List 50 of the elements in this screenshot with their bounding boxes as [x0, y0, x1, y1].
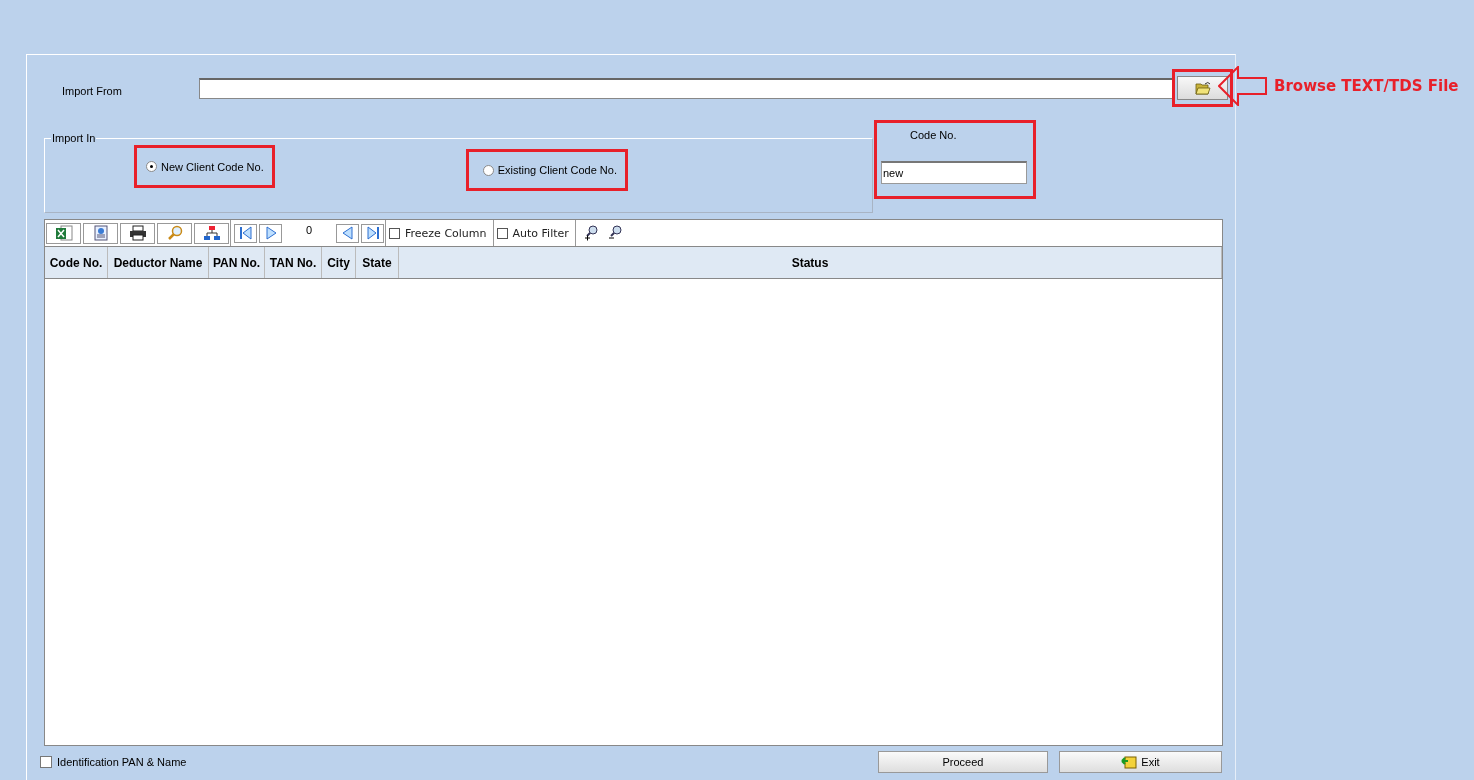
column-header[interactable]: Status [399, 247, 1222, 278]
last-icon [365, 226, 380, 240]
exit-button[interactable]: Exit [1059, 751, 1222, 773]
checkbox[interactable] [40, 756, 52, 768]
export-button[interactable] [46, 222, 81, 244]
proceed-button[interactable]: Proceed [878, 751, 1048, 773]
folder-icon [1194, 81, 1211, 95]
exit-icon [1121, 755, 1138, 769]
import-in-legend: Import In [51, 132, 97, 144]
last-button[interactable] [361, 223, 384, 243]
previous-icon [340, 226, 355, 240]
button-label: Exit [1141, 756, 1160, 768]
annotation-text: Browse TEXT/TDS File [1274, 77, 1459, 95]
zoom-out-icon [607, 225, 624, 241]
radio-button[interactable] [146, 161, 157, 172]
browse-button[interactable] [1177, 76, 1228, 100]
checkbox-label: Auto Filter [512, 226, 569, 240]
column-header[interactable]: Deductor Name [108, 247, 209, 278]
first-icon [238, 226, 253, 240]
import-from-label: Import From [61, 84, 123, 97]
record-counter: 0 [304, 224, 314, 236]
toolbar-checkbox[interactable]: Auto Filter [493, 220, 576, 246]
import-from-field[interactable] [199, 77, 1174, 99]
first-button[interactable] [234, 223, 257, 243]
next-button[interactable] [259, 223, 282, 243]
toolbar-checkbox[interactable]: Freeze Column [386, 220, 494, 246]
hierarchy-icon [203, 225, 220, 241]
spreadsheet-icon [54, 225, 73, 241]
code-no-label: Code No. [910, 129, 958, 141]
zoom-in-icon [583, 225, 600, 241]
print-button[interactable] [120, 222, 155, 244]
column-header[interactable]: PAN No. [209, 247, 265, 278]
printer-icon [128, 225, 147, 241]
document-icon [92, 225, 109, 241]
zoom-out-button[interactable] [607, 225, 624, 241]
code-no-field[interactable]: new [881, 161, 1027, 184]
column-header[interactable]: TAN No. [265, 247, 322, 278]
column-header[interactable]: Code No. [45, 247, 108, 278]
next-icon [263, 226, 278, 240]
hierarchy-button[interactable] [194, 222, 229, 244]
column-header[interactable]: State [356, 247, 399, 278]
web-export-button[interactable] [83, 222, 118, 244]
radio-button[interactable] [482, 164, 494, 176]
search-icon [166, 225, 183, 241]
zoom-in-button[interactable] [583, 225, 600, 241]
column-header[interactable]: City [322, 247, 356, 278]
checkbox[interactable] [389, 227, 400, 239]
checkbox-label: Freeze Column [405, 226, 487, 240]
previous-button[interactable] [336, 223, 359, 243]
checkbox[interactable] [496, 227, 508, 239]
